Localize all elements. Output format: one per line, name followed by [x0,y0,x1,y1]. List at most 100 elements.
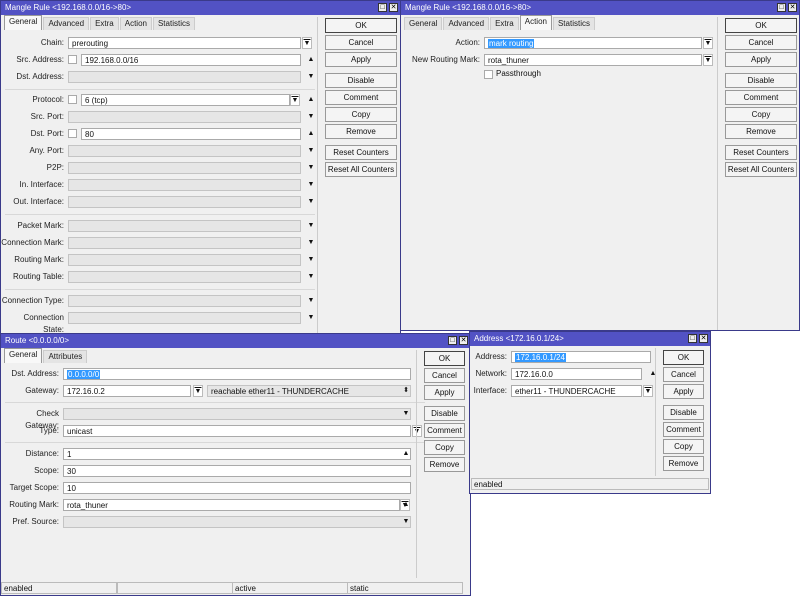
tab-statistics[interactable]: Statistics [552,17,595,30]
reset-all-counters-button[interactable]: Reset All Counters [325,162,397,177]
arrow-down-icon[interactable]: ▼ [306,295,316,307]
tab-general[interactable]: General [4,348,43,363]
close-icon[interactable]: ✕ [788,3,797,12]
arrow-down-icon[interactable]: ▼ [306,254,316,266]
arrow-down-icon[interactable]: ▼ [306,220,316,232]
close-icon[interactable]: ✕ [459,336,468,345]
protocol-checkbox[interactable] [68,95,77,104]
action-field[interactable]: mark routing [484,37,702,49]
in-interface-field[interactable] [68,179,301,191]
distance-field[interactable]: 1 [63,448,411,460]
src-address-field[interactable]: 192.168.0.0/16 [81,54,301,66]
arrow-down-icon[interactable]: ▼ [401,408,411,420]
network-field[interactable]: 172.16.0.0 [511,368,642,380]
interface-field[interactable]: ether11 - THUNDERCACHE [511,385,642,397]
tab-general[interactable]: General [404,17,443,30]
arrow-down-icon[interactable]: ▼ [306,162,316,174]
comment-button[interactable]: Comment [663,422,704,437]
dst-port-field[interactable]: 80 [81,128,301,140]
gateway-field[interactable]: 172.16.0.2 [63,385,191,397]
src-address-checkbox[interactable] [68,55,77,64]
ok-button[interactable]: OK [325,18,397,33]
ok-button[interactable]: OK [725,18,797,33]
apply-button[interactable]: Apply [325,52,397,67]
remove-button[interactable]: Remove [725,124,797,139]
maximize-icon[interactable]: □ [448,336,457,345]
copy-button[interactable]: Copy [663,439,704,454]
src-port-field[interactable] [68,111,301,123]
cancel-button[interactable]: Cancel [725,35,797,50]
cancel-button[interactable]: Cancel [325,35,397,50]
apply-button[interactable]: Apply [725,52,797,67]
dropdown-icon[interactable]: ▼ [703,37,713,49]
reset-counters-button[interactable]: Reset Counters [725,145,797,160]
remove-button[interactable]: Remove [325,124,397,139]
arrow-down-icon[interactable]: ▼ [306,71,316,83]
tab-statistics[interactable]: Statistics [152,17,195,30]
dst-port-checkbox[interactable] [68,129,77,138]
tab-advanced[interactable]: Advanced [43,17,90,30]
tab-general[interactable]: General [4,15,43,30]
ok-button[interactable]: OK [424,351,465,366]
arrow-down-icon[interactable]: ▼ [306,196,316,208]
ok-button[interactable]: OK [663,350,704,365]
new-routing-mark-field[interactable]: rota_thuner [484,54,702,66]
maximize-icon[interactable]: □ [777,3,786,12]
type-field[interactable]: unicast [63,425,411,437]
any-port-field[interactable] [68,145,301,157]
disable-button[interactable]: Disable [663,405,704,420]
tab-advanced[interactable]: Advanced [443,17,490,30]
comment-button[interactable]: Comment [725,90,797,105]
cancel-button[interactable]: Cancel [663,367,704,382]
cancel-button[interactable]: Cancel [424,368,465,383]
reset-counters-button[interactable]: Reset Counters [325,145,397,160]
tab-action[interactable]: Action [119,17,152,30]
arrow-down-icon[interactable]: ▼ [306,237,316,249]
chain-field[interactable]: prerouting [68,37,301,49]
connection-mark-field[interactable] [68,237,301,249]
routing-mark-field[interactable]: rota_thuner [63,499,400,511]
arrow-up-icon[interactable]: ▲ [306,94,316,106]
arrow-up-icon[interactable]: ▲ [648,368,658,380]
arrow-up-icon[interactable]: ▲ [401,499,411,511]
p-p-field[interactable] [68,162,301,174]
passthrough-checkbox[interactable] [484,70,493,79]
dst-address-field[interactable]: 0.0.0.0/0 [63,368,411,380]
dst-address-field[interactable] [68,71,301,83]
tab-extra[interactable]: Extra [90,17,119,30]
apply-button[interactable]: Apply [663,384,704,399]
tab-extra[interactable]: Extra [490,17,519,30]
apply-button[interactable]: Apply [424,385,465,400]
dropdown-icon[interactable]: ▼ [412,425,422,437]
arrow-down-icon[interactable]: ▼ [306,271,316,283]
arrow-down-icon[interactable]: ▼ [306,111,316,123]
arrow-up-icon[interactable]: ▲ [306,128,316,140]
remove-button[interactable]: Remove [663,456,704,471]
arrow-up-icon[interactable]: ▲ [306,54,316,66]
tab-attributes[interactable]: Attributes [43,350,88,363]
packet-mark-field[interactable] [68,220,301,232]
close-icon[interactable]: ✕ [699,334,708,343]
close-icon[interactable]: ✕ [389,3,398,12]
scope-field[interactable]: 30 [63,465,411,477]
dropdown-icon[interactable]: ▼ [290,94,300,106]
pref-source-field[interactable] [63,516,411,528]
arrow-down-icon[interactable]: ▼ [306,179,316,191]
out-interface-field[interactable] [68,196,301,208]
maximize-icon[interactable]: □ [378,3,387,12]
arrow-up-icon[interactable]: ▲ [401,448,411,460]
dropdown-icon[interactable]: ▼ [193,385,203,397]
dropdown-icon[interactable]: ▼ [643,385,653,397]
tab-action[interactable]: Action [519,15,552,30]
dropdown-icon[interactable]: ▼ [703,54,713,66]
comment-button[interactable]: Comment [325,90,397,105]
protocol-field[interactable]: 6 (tcp) [81,94,290,106]
comment-button[interactable]: Comment [424,423,465,438]
arrow-down-icon[interactable]: ▼ [306,145,316,157]
routing-mark-field[interactable] [68,254,301,266]
arrow-updown-icon[interactable]: ⬍ [401,385,411,397]
connection-state-field[interactable] [68,312,301,324]
routing-table-field[interactable] [68,271,301,283]
connection-type-field[interactable] [68,295,301,307]
disable-button[interactable]: Disable [424,406,465,421]
